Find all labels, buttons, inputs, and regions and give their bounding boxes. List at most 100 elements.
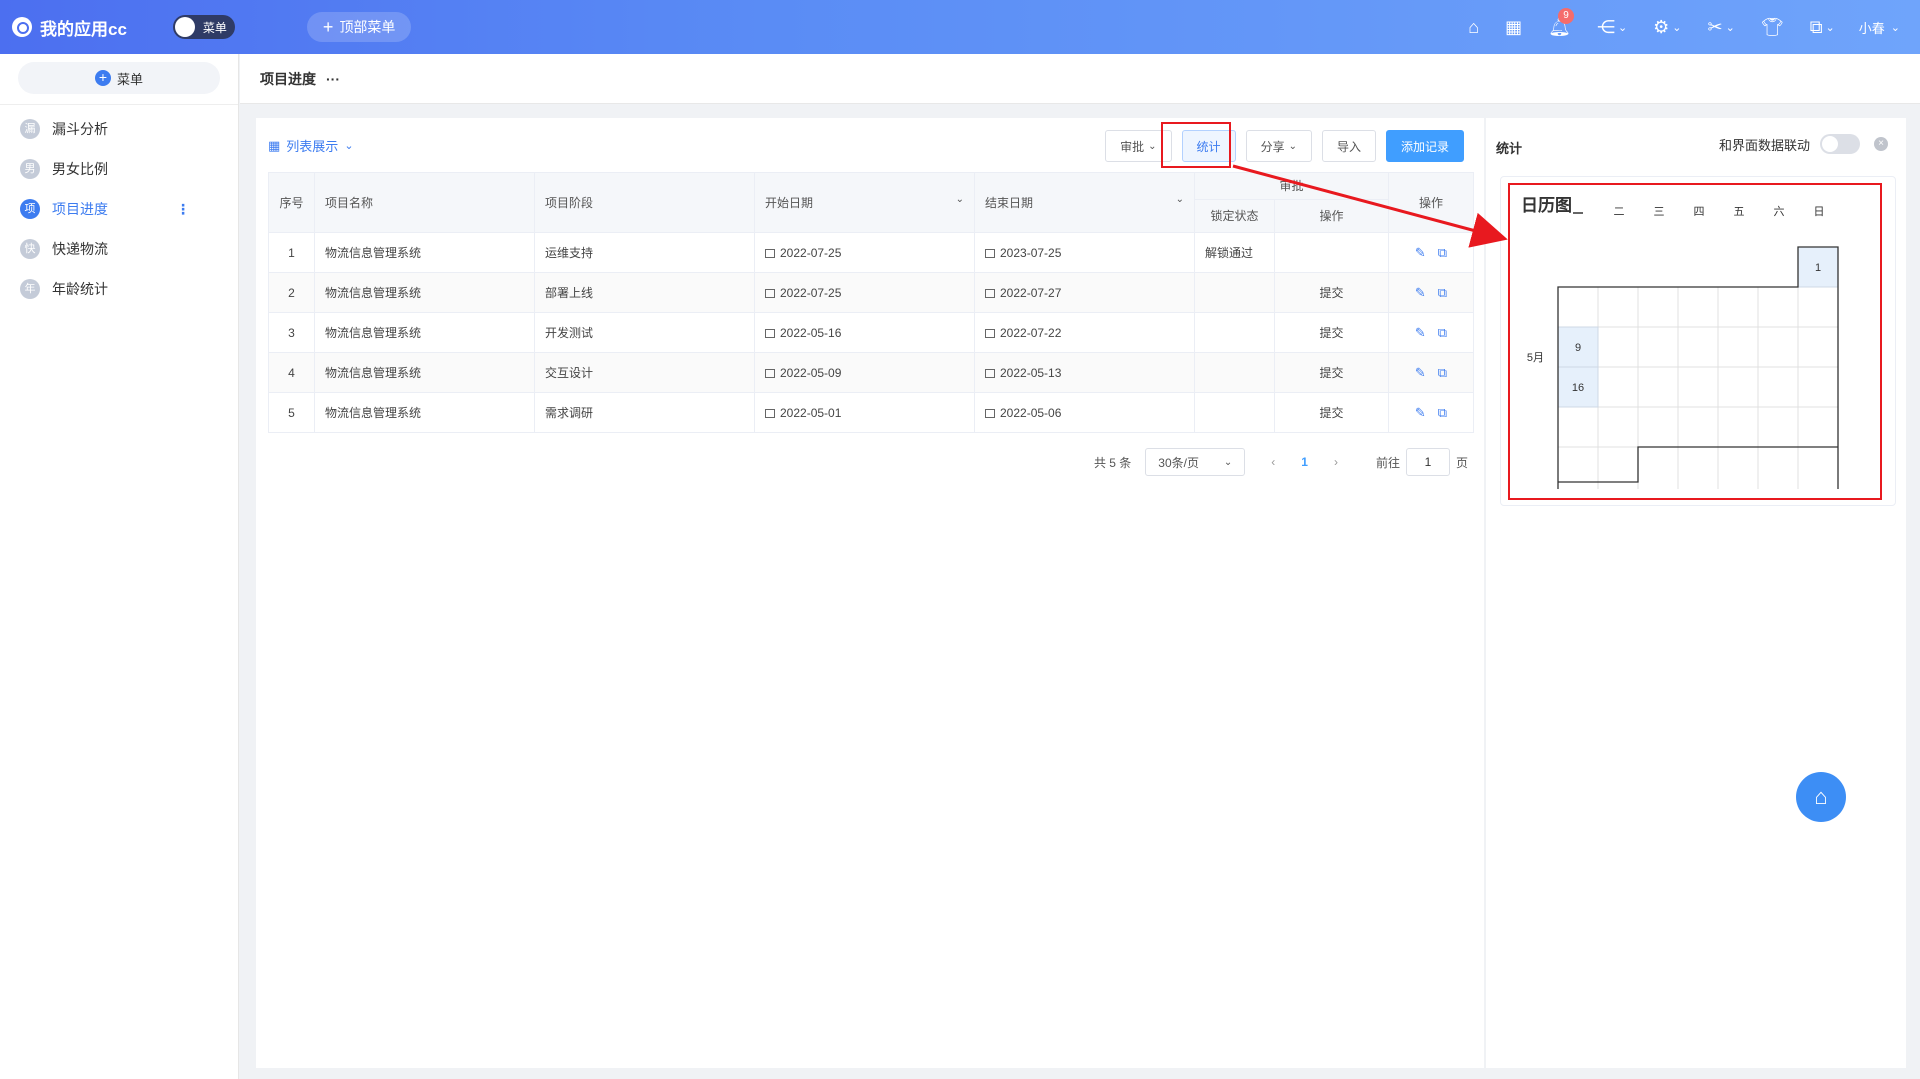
cell-start: 2022-05-09 — [754, 352, 975, 393]
share-icon[interactable]: ⋲ ⌄ — [1597, 17, 1627, 38]
plugin-icon[interactable]: ⧉ ⌄ — [1810, 17, 1835, 38]
detail-icon[interactable]: ⧉ — [1438, 405, 1447, 420]
grid-icon: ▦ — [268, 137, 281, 153]
chevron-down-icon: ⌄ — [1223, 456, 1233, 468]
chevron-down-icon: ⌄ — [1672, 21, 1682, 34]
share-label: 分享 — [1260, 139, 1285, 154]
table-row[interactable]: 5 物流信息管理系统 需求调研 2022-05-01 2022-05-06 提交… — [268, 392, 1474, 433]
chevron-down-icon: ⌄ — [344, 140, 354, 152]
col-start-date[interactable]: 开始日期 ⌄ — [754, 172, 975, 233]
detail-icon[interactable]: ⧉ — [1438, 365, 1447, 380]
cell-index: 5 — [268, 392, 315, 433]
home-icon[interactable]: ⌂ — [1468, 17, 1479, 38]
import-button[interactable]: 导入 — [1321, 130, 1376, 162]
close-icon[interactable]: × — [1874, 137, 1888, 151]
detail-icon[interactable]: ⧉ — [1438, 325, 1447, 340]
menu-toggle[interactable]: 菜单 — [172, 15, 235, 39]
sidebar-item-label: 年龄统计 — [52, 281, 108, 297]
col-end-date[interactable]: 结束日期 ⌄ — [974, 172, 1195, 233]
submit-link[interactable] — [1274, 232, 1389, 273]
end-date: 2022-05-13 — [1000, 365, 1062, 380]
page-more-button[interactable]: ··· — [326, 71, 340, 87]
submit-link[interactable]: 提交 — [1274, 392, 1389, 433]
sidebar-item-funnel[interactable]: 漏 漏斗分析 — [0, 109, 238, 149]
table-row[interactable]: 1 物流信息管理系统 运维支持 2022-07-25 2023-07-25 解锁… — [268, 232, 1474, 273]
share-button[interactable]: 分享 ⌄ — [1245, 130, 1312, 162]
start-date: 2022-07-25 — [780, 245, 842, 260]
apps-icon[interactable]: ▦ — [1505, 17, 1522, 38]
edit-icon[interactable]: ✎ — [1415, 365, 1426, 380]
calendar-icon — [765, 408, 775, 418]
project-table: 序号 项目名称 项目阶段 开始日期 ⌄ 结束日期 ⌄ 审批 操作 锁定状态 操作 — [268, 172, 1474, 433]
submit-link[interactable]: 提交 — [1274, 272, 1389, 313]
tools-icon[interactable]: ✂ ⌄ — [1708, 17, 1735, 38]
cell-lock — [1194, 272, 1275, 313]
goto-input[interactable]: 1 — [1405, 448, 1450, 476]
app-logo[interactable]: 我的应用cc — [12, 15, 127, 40]
next-page-icon[interactable]: › — [1334, 455, 1338, 469]
end-date: 2022-07-22 — [1000, 325, 1062, 340]
col-lock-status: 锁定状态 — [1194, 198, 1275, 234]
sidebar-item-express[interactable]: 快 快递物流 — [0, 229, 238, 269]
edit-icon[interactable]: ✎ — [1415, 405, 1426, 420]
logo-icon — [12, 17, 32, 37]
page-size-select[interactable]: 30条/页 ⌄ — [1145, 448, 1246, 476]
cell-lock — [1194, 392, 1275, 433]
table-row[interactable]: 4 物流信息管理系统 交互设计 2022-05-09 2022-05-13 提交… — [268, 352, 1474, 393]
start-date: 2022-05-01 — [780, 405, 842, 420]
cell-name: 物流信息管理系统 — [314, 312, 535, 353]
chevron-down-icon: ⌄ — [1175, 194, 1184, 205]
cell-end: 2022-05-13 — [974, 352, 1195, 393]
home-fab-button[interactable]: ⌂ — [1796, 772, 1846, 822]
sidebar-item-age[interactable]: 年 年龄统计 — [0, 269, 238, 309]
shirt-icon[interactable]: 👕︎ — [1761, 17, 1784, 38]
cell-end: 2022-05-06 — [974, 392, 1195, 433]
top-menu-button[interactable]: + 顶部菜单 — [306, 12, 412, 42]
sidebar-item-project-progress[interactable]: 项 项目进度 ⋮ — [0, 189, 238, 229]
cell-index: 1 — [268, 232, 315, 273]
data-link-label: 和界面数据联动 — [1718, 137, 1810, 153]
edit-icon[interactable]: ✎ — [1415, 245, 1426, 260]
more-vertical-icon[interactable]: ⋮ — [176, 201, 190, 218]
chevron-down-icon: ⌄ — [1288, 140, 1297, 152]
sidebar-item-avatar: 男 — [20, 159, 40, 179]
cell-lock — [1194, 352, 1275, 393]
table-row[interactable]: 3 物流信息管理系统 开发测试 2022-05-16 2022-07-22 提交… — [268, 312, 1474, 353]
bell-icon[interactable]: 🔔︎ 9 — [1548, 7, 1575, 38]
chevron-down-icon: ⌄ — [1148, 140, 1157, 152]
pager-total: 共 5 条 — [1093, 455, 1132, 470]
sidebar-menu-button[interactable]: + 菜单 — [18, 62, 220, 94]
add-record-button[interactable]: 添加记录 — [1385, 130, 1464, 162]
sidebar-item-gender[interactable]: 男 男女比例 — [0, 149, 238, 189]
toggle-knob — [174, 17, 195, 37]
col-approval-group: 审批 — [1194, 172, 1389, 200]
edit-icon[interactable]: ✎ — [1415, 325, 1426, 340]
user-menu[interactable]: 小春 ⌄ — [1859, 18, 1900, 37]
user-name: 小春 — [1858, 20, 1885, 36]
detail-icon[interactable]: ⧉ — [1438, 285, 1447, 300]
add-record-label: 添加记录 — [1400, 139, 1449, 154]
view-switch[interactable]: ▦ 列表展示 ⌄ — [268, 136, 354, 155]
start-date: 2022-05-09 — [780, 365, 842, 380]
gear-icon[interactable]: ⚙ ⌄ — [1653, 17, 1681, 38]
end-date: 2022-05-06 — [1000, 405, 1062, 420]
page-size-value: 30条/页 — [1158, 455, 1199, 470]
cell-index: 4 — [268, 352, 315, 393]
submit-link[interactable]: 提交 — [1274, 312, 1389, 353]
sidebar-menu-label: 菜单 — [116, 71, 143, 87]
data-link-switch[interactable] — [1820, 134, 1860, 154]
cell-lock: 解锁通过 — [1194, 232, 1275, 273]
cell-index: 3 — [268, 312, 315, 353]
table-row[interactable]: 2 物流信息管理系统 部署上线 2022-07-25 2022-07-27 提交… — [268, 272, 1474, 313]
cell-end: 2022-07-27 — [974, 272, 1195, 313]
calendar-icon — [985, 288, 995, 298]
cell-name: 物流信息管理系统 — [314, 232, 535, 273]
submit-link[interactable]: 提交 — [1274, 352, 1389, 393]
page-number[interactable]: 1 — [1301, 455, 1308, 469]
prev-page-icon[interactable]: ‹ — [1271, 455, 1275, 469]
cell-name: 物流信息管理系统 — [314, 272, 535, 313]
calendar-icon — [765, 368, 775, 378]
detail-icon[interactable]: ⧉ — [1438, 245, 1447, 260]
approve-label: 审批 — [1120, 139, 1145, 154]
edit-icon[interactable]: ✎ — [1415, 285, 1426, 300]
